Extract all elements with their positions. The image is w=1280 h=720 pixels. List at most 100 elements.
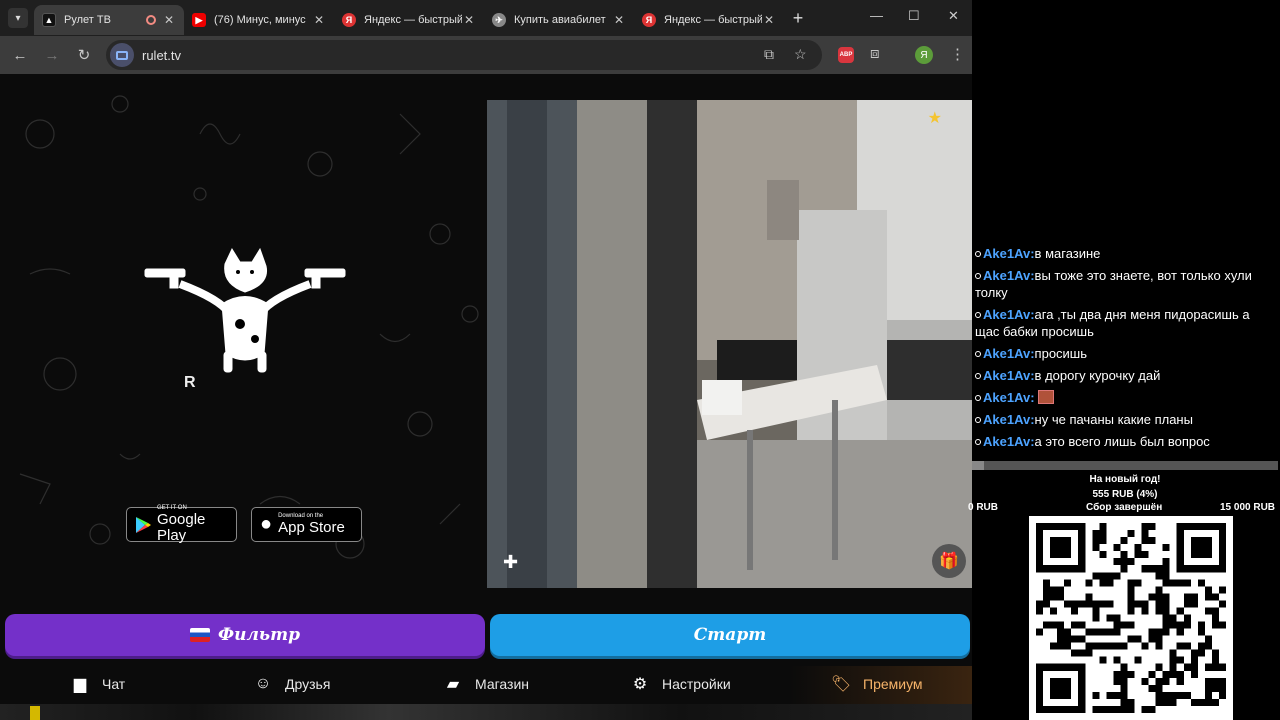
nav-premium[interactable]: 🏷 Премиум [831, 674, 923, 694]
chat-message: Ake1Av:вы тоже это знаете, вот только ху… [972, 265, 1278, 304]
bookmark-star-icon[interactable]: ☆ [794, 46, 807, 63]
bullet-icon [975, 417, 981, 423]
tab-strip: ▾ ▲ Рулет ТВ ✕ ▶ (76) Минус, минус ✕ Я Я… [0, 0, 972, 36]
chat-message: Ake1Av:ага ,ты два дня меня пидорасишь а… [972, 304, 1278, 343]
nav-shop-label: Магазин [475, 676, 530, 692]
tab-yandex-2[interactable]: Я Яндекс — быстрый ✕ [634, 5, 784, 35]
chat-username: Ake1Av: [983, 268, 1035, 283]
logo-text: R [184, 374, 202, 391]
start-button[interactable]: Старт [490, 614, 970, 656]
tab-yandex-1[interactable]: Я Яндекс — быстрый ✕ [334, 5, 484, 35]
back-icon[interactable]: ← [4, 47, 36, 64]
stream-chat: Ake1Av:в магазине Ake1Av:вы тоже это знае… [972, 243, 1278, 453]
minimize-icon[interactable]: — [870, 8, 883, 23]
chat-message: Ake1Av:в дорогу курочку дай [972, 365, 1278, 387]
chat-message: Ake1Av:просишь [972, 343, 1278, 365]
nav-settings-label: Настройки [662, 676, 731, 692]
gift-icon[interactable]: 🎁 [932, 544, 966, 578]
chat-text: просишь [1034, 346, 1088, 361]
aviasales-favicon-icon: ✈ [492, 13, 506, 27]
tab-title: Яндекс — быстрый [664, 14, 762, 26]
install-app-icon[interactable]: ⧉ [764, 46, 774, 63]
chat-message: Ake1Av:а это всего лишь был вопрос [972, 431, 1278, 453]
chat-message: Ake1Av:в магазине [972, 243, 1278, 265]
chat-text: в магазине [1034, 246, 1101, 261]
app-store-label: App Store [278, 519, 345, 536]
nav-friends-label: Друзья [285, 676, 331, 692]
video-frame-kitchen [487, 100, 972, 588]
favorite-star-icon[interactable]: ★ [928, 108, 942, 128]
bullet-icon [975, 373, 981, 379]
site-info-icon[interactable] [110, 43, 134, 67]
close-tab-icon[interactable]: ✕ [462, 13, 476, 27]
profile-avatar[interactable]: Я [915, 46, 933, 64]
yandex-favicon-icon: Я [342, 13, 356, 27]
recording-icon [146, 15, 156, 25]
tab-rulet[interactable]: ▲ Рулет ТВ ✕ [34, 5, 184, 35]
tab-title: Купить авиабилет [514, 14, 606, 26]
bullet-icon [975, 312, 981, 318]
chat-username: Ake1Av: [983, 307, 1035, 322]
adblock-icon[interactable]: ABP [838, 47, 854, 63]
chat-message: Ake1Av:ну че пачаны какие планы [972, 409, 1278, 431]
close-tab-icon[interactable]: ✕ [612, 13, 626, 27]
donation-qr-code [1029, 516, 1233, 720]
nav-friends[interactable]: ☺ Друзья [253, 674, 331, 694]
close-tab-icon[interactable]: ✕ [312, 13, 326, 27]
close-tab-icon[interactable]: ✕ [762, 13, 776, 27]
chat-username: Ake1Av: [983, 368, 1035, 383]
shopping-bag-icon: ▰ [446, 676, 460, 693]
yandex-favicon-icon: Я [642, 13, 656, 27]
menu-kebab-icon[interactable]: ⋮ [950, 45, 965, 63]
new-tab-button[interactable]: + [784, 8, 812, 29]
rulet-cat-logo [144, 247, 346, 373]
chat-text: а это всего лишь был вопрос [1034, 434, 1210, 449]
address-bar[interactable]: rulet.tv ⧉ ☆ [106, 40, 822, 70]
chat-bubble-icon: ▆ [73, 676, 87, 693]
chat-message: Ake1Av: [972, 387, 1278, 409]
tab-title: (76) Минус, минус [214, 14, 306, 26]
screen: ▾ ▲ Рулет ТВ ✕ ▶ (76) Минус, минус ✕ Я Я… [0, 0, 1280, 720]
tab-search-button[interactable]: ▾ [8, 8, 28, 28]
chat-username: Ake1Av: [983, 412, 1035, 427]
app-store-button[interactable]: ● Download on the App Store [251, 507, 362, 542]
nav-settings[interactable]: ⚙ Настройки [630, 674, 731, 694]
nav-chat-label: Чат [102, 676, 126, 692]
google-play-icon [136, 516, 151, 533]
chat-username: Ake1Av: [983, 246, 1035, 261]
forward-icon[interactable]: → [36, 47, 68, 64]
goal-start: 0 RUB [968, 502, 999, 513]
nav-shop[interactable]: ▰ Магазин [443, 674, 529, 694]
extensions-icon[interactable]: ⧈ [870, 45, 880, 62]
close-tab-icon[interactable]: ✕ [162, 13, 176, 27]
friends-icon: ☺ [254, 675, 272, 692]
reload-icon[interactable]: ↻ [68, 46, 100, 64]
tag-icon: 🏷 [830, 676, 852, 693]
tab-aviasales[interactable]: ✈ Купить авиабилет ✕ [484, 5, 634, 35]
rulet-favicon-icon: ▲ [42, 13, 56, 27]
chat-text: в дорогу курочку дай [1034, 368, 1161, 383]
bullet-icon [975, 251, 981, 257]
nav-premium-label: Премиум [863, 676, 923, 692]
chat-username: Ake1Av: [983, 390, 1035, 405]
chat-username: Ake1Av: [983, 434, 1035, 449]
filter-button[interactable]: Фильтр [5, 614, 485, 656]
emote-icon [1038, 390, 1055, 404]
donation-goal-bar [972, 461, 1278, 470]
nav-chat[interactable]: ▆ Чат [70, 674, 125, 694]
maximize-icon[interactable]: ☐ [908, 8, 920, 24]
tab-title: Яндекс — быстрый [364, 14, 462, 26]
desktop-strip [0, 704, 972, 720]
partner-video: ★ ✚ 🎁 [487, 100, 972, 588]
stream-overlay: Ake1Av:в магазине Ake1Av:вы тоже это знае… [968, 0, 1280, 720]
goal-status: Сбор завершён [1086, 502, 1163, 513]
url-text[interactable]: rulet.tv [142, 48, 181, 63]
close-window-icon[interactable]: ✕ [948, 8, 959, 24]
bullet-icon [975, 351, 981, 357]
apple-icon: ● [260, 513, 273, 535]
google-play-button[interactable]: GET IT ON Google Play [126, 505, 237, 544]
chat-text: ну че пачаны какие планы [1034, 412, 1193, 427]
goal-collected: 555 RUB (4%) [1092, 489, 1158, 500]
game-icon[interactable]: ✚ [503, 552, 518, 573]
tab-youtube[interactable]: ▶ (76) Минус, минус ✕ [184, 5, 334, 35]
